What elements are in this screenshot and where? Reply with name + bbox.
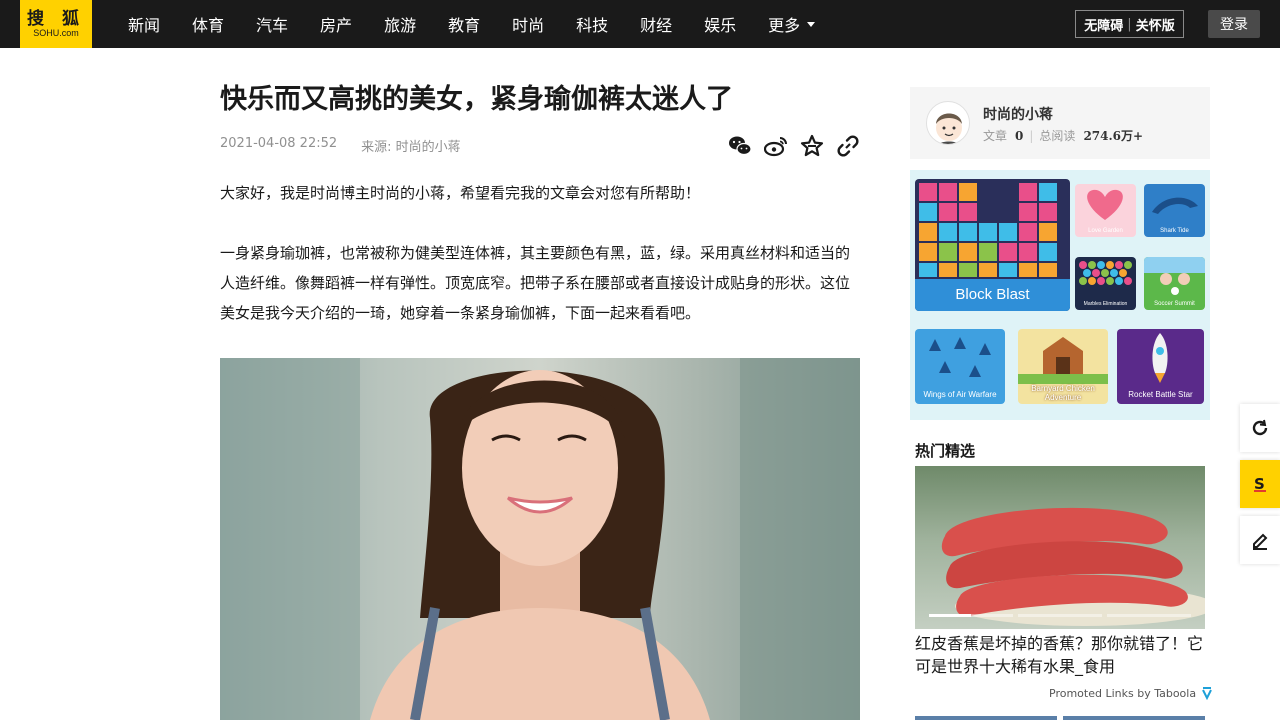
game-label-barnyard: Barnyard Chicken Adventure [1031,384,1095,402]
elder-mode-label: 关怀版 [1135,18,1175,34]
game-tile-marbles[interactable]: Marbles Elimination [1075,257,1136,310]
write-button[interactable] [1240,516,1280,564]
sohu-s-icon: S [1254,475,1266,493]
author-avatar[interactable] [926,101,970,145]
article-paragraph-intro: 大家好，我是时尚博主时尚的小蒋，希望看完我的文章会对您有所帮助！ [220,184,701,202]
hot-picks-image[interactable] [915,466,1205,629]
article-photo [220,358,860,720]
game-tile-love-garden[interactable]: Love Garden [1075,184,1136,237]
recommendation-thumb[interactable] [1063,716,1205,720]
nav-more-label: 更多 [768,16,801,35]
wechat-icon[interactable] [728,134,752,158]
carousel-indicators [929,614,1196,617]
nav-more-dropdown[interactable]: 更多 [768,12,816,36]
game-label-soccer: Soccer Summit [1154,301,1195,307]
chevron-down-icon [807,21,816,27]
login-button[interactable]: 登录 [1208,10,1260,38]
game-label-rocket: Rocket Battle Star [1128,390,1193,399]
author-stats: 文章 0 | 总阅读 274.6万+ [983,127,1149,144]
game-label-marbles: Marbles Elimination [1083,301,1128,307]
pencil-icon [1253,533,1268,550]
taboola-label: Promoted Links by Taboola [1049,686,1197,700]
nav-item-fashion[interactable]: 时尚 [512,12,544,36]
game-tile-block-blast[interactable]: Block Blast [915,179,1070,311]
refresh-button[interactable] [1240,404,1280,452]
article-paragraph-body: 一身紧身瑜珈裤，也常被称为健美型连体裤，其主要颜色有黑，蓝，绿。采用真丝材料和适… [220,244,851,322]
game-tile-rocket[interactable]: Rocket Battle Star [1117,329,1204,404]
nav-item-auto[interactable]: 汽车 [256,12,288,36]
nav-item-sports[interactable]: 体育 [192,12,224,36]
taboola-icon [1202,687,1212,700]
carousel-dot[interactable] [929,614,1013,617]
game-ad-banner[interactable]: Block Blast Love Garden Shark Tide Marbl… [910,170,1210,420]
weibo-icon[interactable] [764,134,788,158]
logo-text: 搜 狐 [27,9,85,29]
accessibility-toggle[interactable]: 无障碍 | 关怀版 [1075,10,1184,38]
article-source[interactable]: 来源: 时尚的小蒋 [361,136,461,155]
nav-item-entertainment[interactable]: 娱乐 [704,12,736,36]
carousel-dot[interactable] [1107,614,1191,617]
sohu-app-button[interactable]: S [1240,460,1280,508]
link-icon[interactable] [836,134,860,158]
refresh-icon [1252,419,1268,436]
game-tile-barnyard[interactable]: Barnyard Chicken Adventure [1018,329,1108,404]
articles-count: 0 [1015,128,1024,143]
divider: | [1029,128,1034,143]
share-toolbar [728,134,872,158]
publish-date: 2021-04-08 22:52 [220,136,338,151]
author-name[interactable]: 时尚的小蒋 [983,104,1053,124]
game-label-block-blast: Block Blast [915,279,1070,311]
carousel-dot[interactable] [1018,614,1102,617]
reads-label: 总阅读 [1039,129,1076,143]
game-label-love-garden: Love Garden [1088,228,1123,234]
recommendation-thumb[interactable] [915,716,1057,720]
game-label-wings: Wings of Air Warfare [923,390,997,399]
favorite-star-icon[interactable] [800,134,824,158]
article-title: 快乐而又高挑的美女，紧身瑜伽裤太迷人了 [220,84,733,115]
game-tile-shark-tide[interactable]: Shark Tide [1144,184,1205,237]
reads-count: 274.6万+ [1083,129,1144,143]
article-meta: 2021-04-08 22:52 来源: 时尚的小蒋 [220,136,461,155]
divider: | [1127,16,1132,32]
articles-label: 文章 [983,129,1008,143]
nav-item-news[interactable]: 新闻 [128,12,160,36]
nav-item-travel[interactable]: 旅游 [384,12,416,36]
game-tile-wings[interactable]: Wings of Air Warfare [915,329,1005,404]
nav-item-finance[interactable]: 财经 [640,12,672,36]
game-tile-soccer[interactable]: Soccer Summit [1144,257,1205,310]
accessibility-label: 无障碍 [1084,18,1124,34]
main-nav: 新闻 体育 汽车 房产 旅游 教育 时尚 科技 财经 娱乐 更多 [128,0,847,48]
nav-item-education[interactable]: 教育 [448,12,480,36]
hot-picks-caption[interactable]: 红皮香蕉是坏掉的香蕉？那你就错了！它可是世界十大稀有水果_食用 [915,632,1207,678]
taboola-attribution[interactable]: Promoted Links by Taboola [1049,686,1214,700]
game-label-shark-tide: Shark Tide [1160,228,1189,234]
author-card[interactable]: 时尚的小蒋 文章 0 | 总阅读 274.6万+ [910,87,1210,159]
nav-item-realestate[interactable]: 房产 [320,12,352,36]
logo-subtext: SOHU.com [33,28,79,38]
next-recommendations-strip [915,716,1205,720]
hot-picks-title: 热门精选 [915,442,976,460]
nav-item-tech[interactable]: 科技 [576,12,608,36]
sohu-logo[interactable]: 搜 狐 SOHU.com [20,0,92,48]
top-navigation-bar: 搜 狐 SOHU.com 新闻 体育 汽车 房产 旅游 教育 时尚 科技 财经 … [0,0,1280,48]
